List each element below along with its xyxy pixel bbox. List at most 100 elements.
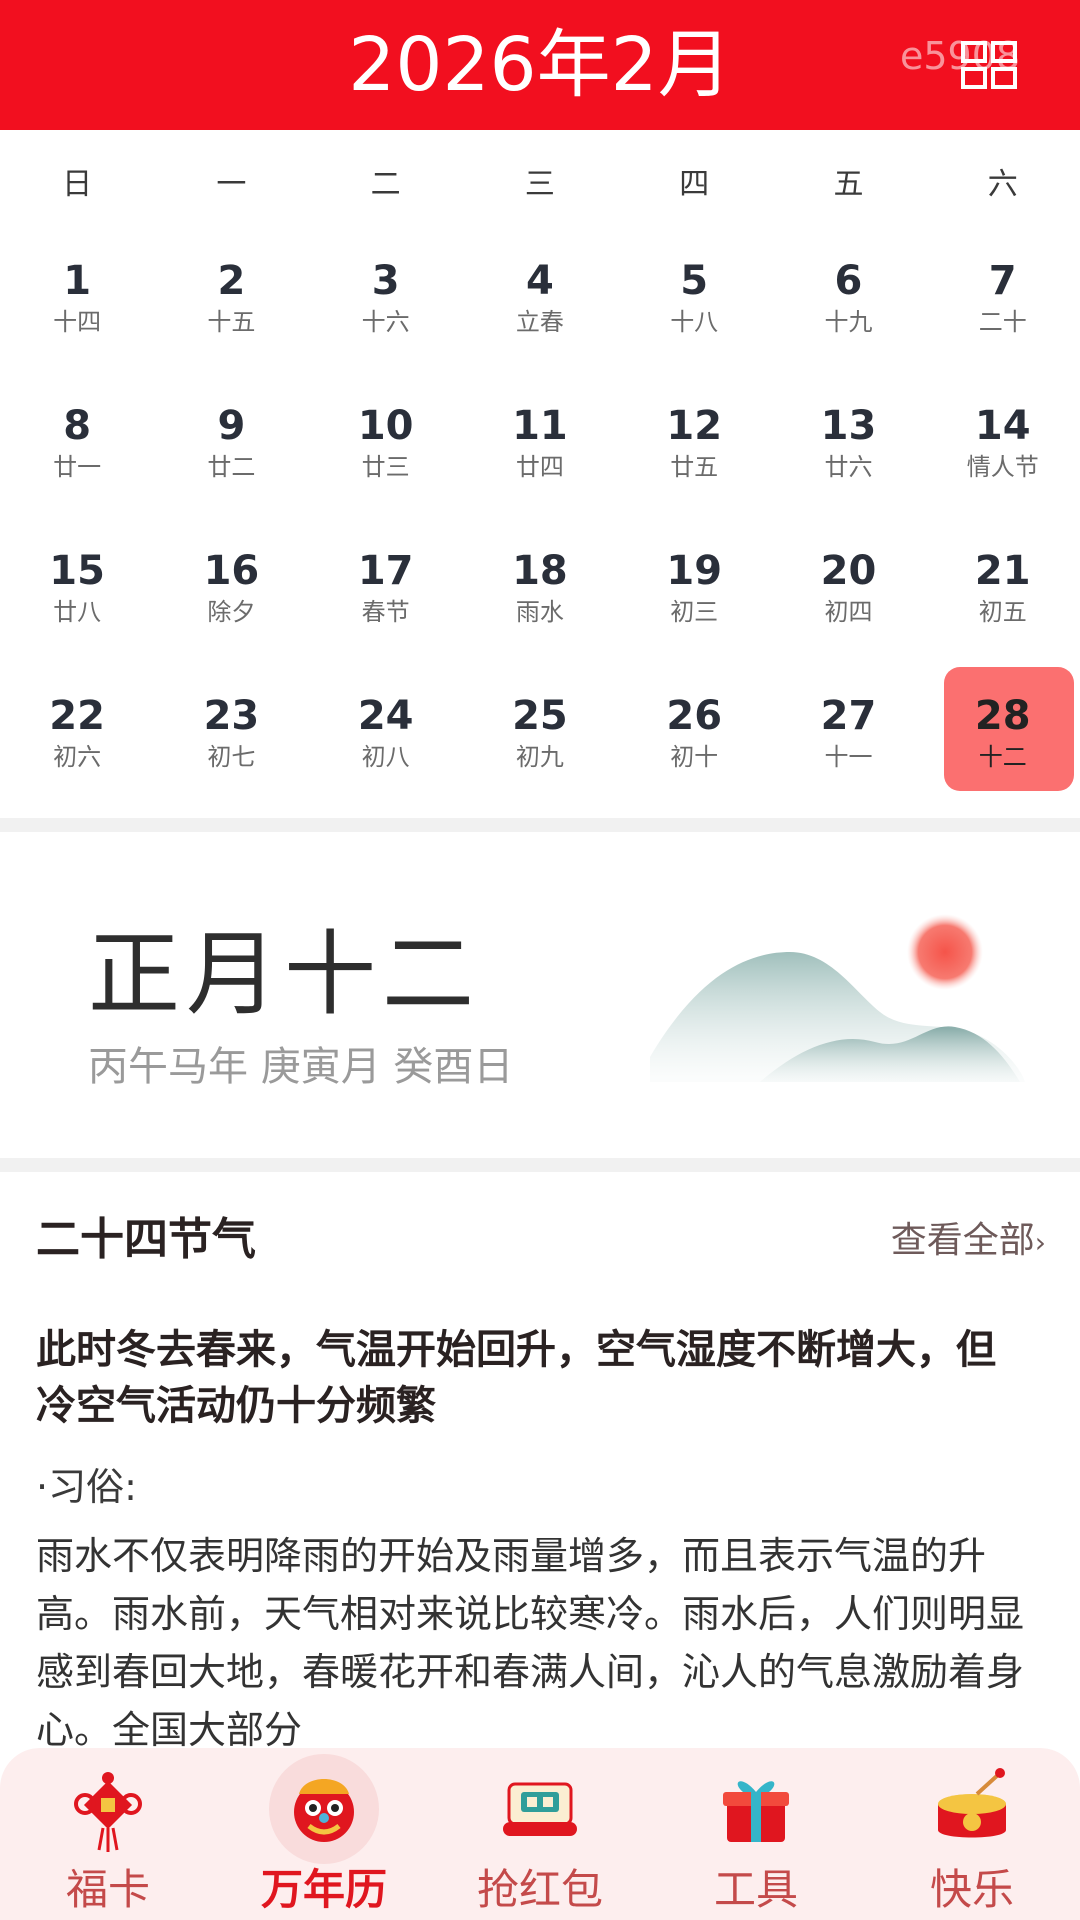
drum-icon bbox=[938, 1768, 1006, 1838]
calendar-day[interactable]: 17 春节 bbox=[309, 545, 463, 690]
nav-label: 抢红包 bbox=[476, 1865, 603, 1914]
calendar-day[interactable]: 2 十五 bbox=[154, 255, 308, 400]
calendar-day[interactable]: 15 廿八 bbox=[0, 545, 154, 690]
nav-label: 快乐 bbox=[929, 1865, 1014, 1914]
weekday-label: 四 bbox=[679, 167, 710, 202]
weekday-label: 三 bbox=[524, 167, 555, 202]
lunar-day-label: 初七 bbox=[207, 743, 256, 771]
day-number: 27 bbox=[820, 693, 877, 739]
lunar-day-label: 初十 bbox=[670, 743, 719, 771]
section-divider bbox=[0, 1158, 1080, 1172]
app-header: 2026年2月 e5908 bbox=[0, 0, 1080, 130]
day-number: 22 bbox=[49, 693, 105, 739]
gift-box-icon bbox=[723, 1781, 789, 1842]
lunar-day-label: 二十 bbox=[978, 308, 1027, 336]
calendar-day[interactable]: 7 二十 bbox=[926, 255, 1080, 400]
calendar-day[interactable]: 6 十九 bbox=[771, 255, 925, 400]
calendar-day[interactable]: 11 廿四 bbox=[463, 400, 617, 545]
lunar-day-label: 初五 bbox=[978, 598, 1027, 626]
day-number: 12 bbox=[666, 403, 723, 449]
day-number: 21 bbox=[974, 548, 1031, 594]
weekday-label: 六 bbox=[987, 167, 1018, 202]
calendar-day[interactable]: 22 初六 bbox=[0, 690, 154, 835]
chinese-knot-icon bbox=[74, 1772, 142, 1852]
calendar-day[interactable]: 5 十八 bbox=[617, 255, 771, 400]
lunar-day-label: 廿一 bbox=[53, 453, 102, 481]
grid-icon[interactable] bbox=[960, 40, 1018, 90]
calendar-day[interactable]: 25 初九 bbox=[463, 690, 617, 835]
calendar-day-selected[interactable]: 28 十二 bbox=[926, 667, 1080, 835]
custom-label: ·习俗: bbox=[36, 1465, 137, 1509]
lunar-day-label: 初八 bbox=[361, 743, 410, 771]
lunar-day-label: 初三 bbox=[670, 598, 719, 626]
section-divider bbox=[0, 818, 1080, 832]
day-number: 5 bbox=[680, 258, 709, 304]
nav-item-tools[interactable]: 工具 bbox=[648, 1748, 864, 1920]
solar-term-summary: 此时冬去春来，气温开始回升，空气湿度不断增大，但冷空气活动仍十分频繁 bbox=[36, 1327, 996, 1429]
calendar-week-row: 1 十四 2 十五 3 十六 4 立春 5 十八 6 十九 7 二十 bbox=[0, 255, 1080, 400]
lunar-day-label: 十一 bbox=[824, 743, 873, 771]
calendar-day[interactable]: 26 初十 bbox=[617, 690, 771, 835]
day-number: 20 bbox=[820, 548, 877, 594]
calendar-day[interactable]: 8 廿一 bbox=[0, 400, 154, 545]
calendar-day[interactable]: 4 立春 bbox=[463, 255, 617, 400]
nav-item-calendar[interactable]: 万年历 bbox=[216, 1748, 432, 1920]
calendar-day[interactable]: 16 除夕 bbox=[154, 545, 308, 690]
calendar-day[interactable]: 27 十一 bbox=[771, 690, 925, 835]
calendar-day[interactable]: 19 初三 bbox=[617, 545, 771, 690]
lunar-day-label: 廿四 bbox=[515, 453, 564, 481]
lunar-day-label: 廿六 bbox=[824, 453, 873, 481]
day-number: 23 bbox=[203, 693, 260, 739]
calendar-week-row: 8 廿一 9 廿二 10 廿三 11 廿四 12 廿五 13 廿六 14 情人节 bbox=[0, 400, 1080, 545]
view-all-label: 查看全部 bbox=[890, 1220, 1035, 1261]
lion-head-icon bbox=[294, 1779, 354, 1842]
month-calendar: 日 一 二 三 四 五 六 1 十四 2 十五 3 十六 4 立春 5 十八 6 十九 7 二十 8 廿一 9 廿… bbox=[0, 130, 1080, 818]
lunar-day-label: 春节 bbox=[361, 598, 410, 626]
lunar-day-label: 廿八 bbox=[53, 598, 102, 626]
calendar-day[interactable]: 3 十六 bbox=[309, 255, 463, 400]
day-number: 17 bbox=[357, 548, 414, 594]
lunar-day-label: 雨水 bbox=[515, 598, 564, 626]
day-number: 25 bbox=[512, 693, 568, 739]
nav-item-red-packet[interactable]: 抢红包 bbox=[432, 1748, 648, 1920]
nav-item-fuka[interactable]: 福卡 bbox=[0, 1748, 216, 1920]
view-all-link[interactable]: 查看全部› bbox=[891, 1218, 1046, 1266]
calendar-day[interactable]: 12 廿五 bbox=[617, 400, 771, 545]
calendar-day[interactable]: 10 廿三 bbox=[309, 400, 463, 545]
custom-body: 雨水不仅表明降雨的开始及雨量增多，而且表示气温的升高。雨水前，天气相对来说比较寒… bbox=[36, 1534, 1025, 1752]
lunar-day-label: 情人节 bbox=[966, 453, 1039, 481]
calendar-day[interactable]: 9 廿二 bbox=[154, 400, 308, 545]
lunar-day-label: 十五 bbox=[207, 308, 256, 336]
lunar-day-label: 初四 bbox=[824, 598, 873, 626]
calendar-day[interactable]: 1 十四 bbox=[0, 255, 154, 400]
nav-item-happy[interactable]: 快乐 bbox=[864, 1748, 1080, 1920]
calendar-day[interactable]: 14 情人节 bbox=[926, 400, 1080, 545]
solar-term-panel: 二十四节气 查看全部› 此时冬去春来，气温开始回升，空气湿度不断增大，但冷空气活… bbox=[0, 1172, 1080, 1752]
day-number: 18 bbox=[512, 548, 568, 594]
lunar-day-label: 廿五 bbox=[670, 453, 719, 481]
chevron-right-icon: › bbox=[1034, 1226, 1046, 1259]
calendar-day[interactable]: 18 雨水 bbox=[463, 545, 617, 690]
weekday-label: 日 bbox=[62, 167, 93, 202]
calendar-day[interactable]: 13 廿六 bbox=[771, 400, 925, 545]
day-number: 1 bbox=[63, 258, 92, 304]
lunar-day-label: 初六 bbox=[53, 743, 102, 771]
day-number: 3 bbox=[371, 258, 400, 304]
day-number: 10 bbox=[357, 403, 414, 449]
lunar-day-label: 初九 bbox=[515, 743, 564, 771]
lunar-day-label: 十八 bbox=[670, 308, 719, 336]
day-number: 16 bbox=[203, 548, 260, 594]
lunar-date-panel: 正月十二 丙午马年 庚寅月 癸酉日 bbox=[0, 832, 1080, 1158]
day-number: 13 bbox=[820, 403, 877, 449]
lunar-day-label: 立春 bbox=[515, 308, 564, 336]
calendar-day[interactable]: 20 初四 bbox=[771, 545, 925, 690]
day-number: 7 bbox=[988, 258, 1017, 304]
day-number: 9 bbox=[217, 403, 246, 449]
lunar-day-label: 廿三 bbox=[361, 453, 410, 481]
day-number: 11 bbox=[512, 403, 568, 449]
solar-term-heading: 二十四节气 bbox=[36, 1214, 256, 1265]
calendar-grid: 1 十四 2 十五 3 十六 4 立春 5 十八 6 十九 7 二十 8 廿一 9 廿二 10 廿三 11 廿四 12 廿五 1… bbox=[0, 255, 1080, 835]
calendar-day[interactable]: 24 初八 bbox=[309, 690, 463, 835]
calendar-day[interactable]: 23 初七 bbox=[154, 690, 308, 835]
lunar-day-label: 除夕 bbox=[207, 598, 256, 626]
